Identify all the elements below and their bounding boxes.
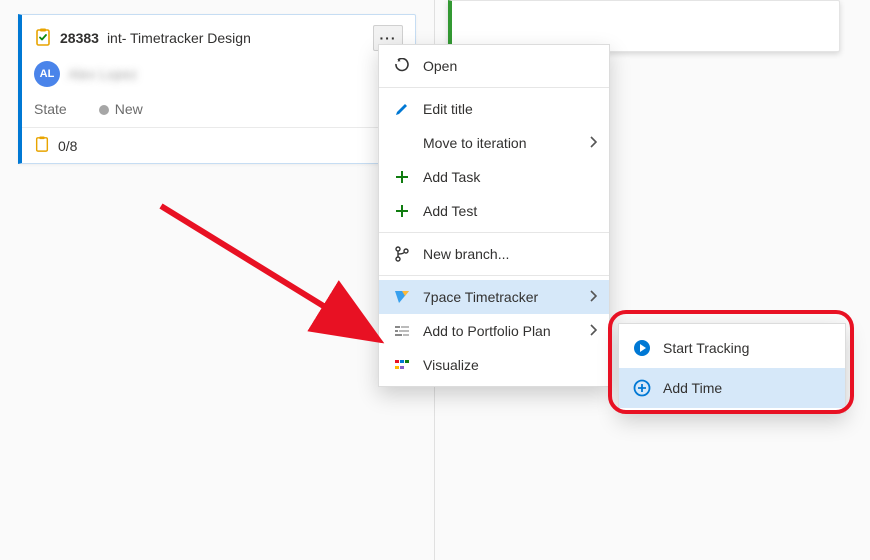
menu-new-branch[interactable]: New branch... xyxy=(379,237,609,271)
menu-add-test[interactable]: Add Test xyxy=(379,194,609,228)
menu-7pace-timetracker[interactable]: 7pace Timetracker xyxy=(379,280,609,314)
assignee-row[interactable]: AL Alex Lopez xyxy=(34,61,403,87)
work-item-card[interactable]: 28383 int- Timetracker Design ··· AL Ale… xyxy=(18,14,416,164)
menu-divider xyxy=(379,275,609,276)
menu-label: New branch... xyxy=(423,246,509,262)
menu-visualize[interactable]: Visualize xyxy=(379,348,609,382)
context-menu: Open Edit title Move to iteration Add Ta… xyxy=(378,44,610,387)
menu-label: Open xyxy=(423,58,457,74)
branch-icon xyxy=(393,246,411,262)
submenu-start-tracking[interactable]: Start Tracking xyxy=(619,328,845,368)
submenu-label: Start Tracking xyxy=(663,340,749,356)
menu-divider xyxy=(379,87,609,88)
menu-label: Move to iteration xyxy=(423,135,527,151)
state-label: State xyxy=(34,101,67,117)
timetracker-submenu: Start Tracking Add Time xyxy=(618,323,846,413)
work-item-title: int- Timetracker Design xyxy=(107,30,251,46)
portfolio-icon xyxy=(393,323,411,339)
plus-icon xyxy=(393,203,411,219)
annotation-arrow xyxy=(155,200,415,370)
menu-label: Add Task xyxy=(423,169,480,185)
add-circle-icon xyxy=(633,379,651,397)
card-divider xyxy=(22,127,415,128)
state-row: State New xyxy=(34,101,403,117)
work-item-type-icon xyxy=(34,28,52,49)
menu-move-to-iteration[interactable]: Move to iteration xyxy=(379,126,609,160)
work-item-id: 28383 xyxy=(60,30,99,46)
pencil-icon xyxy=(393,101,411,117)
submenu-add-time[interactable]: Add Time xyxy=(619,368,845,408)
chevron-right-icon xyxy=(589,289,597,305)
menu-add-task[interactable]: Add Task xyxy=(379,160,609,194)
timetracker-icon xyxy=(393,289,411,305)
task-count: 0/8 xyxy=(58,138,77,154)
card-title-row: 28383 int- Timetracker Design ··· xyxy=(34,25,403,51)
menu-open[interactable]: Open xyxy=(379,49,609,83)
tasks-icon xyxy=(34,136,50,155)
menu-divider xyxy=(379,232,609,233)
play-icon xyxy=(633,339,651,357)
assignee-name: Alex Lopez xyxy=(68,66,137,82)
menu-label: 7pace Timetracker xyxy=(423,289,538,305)
open-icon xyxy=(393,58,411,74)
menu-label: Add to Portfolio Plan xyxy=(423,323,551,339)
submenu-label: Add Time xyxy=(663,380,722,396)
visualize-icon xyxy=(393,357,411,373)
menu-add-to-portfolio[interactable]: Add to Portfolio Plan xyxy=(379,314,609,348)
chevron-right-icon xyxy=(589,135,597,151)
avatar: AL xyxy=(34,61,60,87)
card-footer: 0/8 xyxy=(34,136,403,155)
menu-label: Edit title xyxy=(423,101,473,117)
plus-icon xyxy=(393,169,411,185)
state-value: New xyxy=(99,101,143,117)
menu-edit-title[interactable]: Edit title xyxy=(379,92,609,126)
chevron-right-icon xyxy=(589,323,597,339)
state-dot-icon xyxy=(99,105,109,115)
menu-label: Visualize xyxy=(423,357,479,373)
menu-label: Add Test xyxy=(423,203,477,219)
